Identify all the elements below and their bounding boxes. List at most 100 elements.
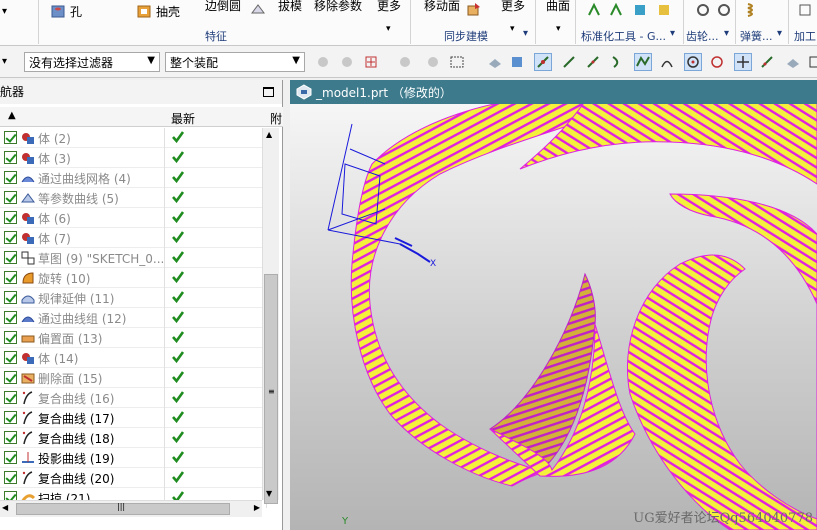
- snap-curve-icon[interactable]: [608, 53, 626, 71]
- snap-quadrant-icon[interactable]: [708, 53, 726, 71]
- navigator-row[interactable]: 体 (3): [0, 148, 267, 168]
- scroll-left-arrow[interactable]: ◀: [2, 503, 8, 512]
- selection-filter-select[interactable]: 没有选择过滤器 ▼: [24, 52, 160, 72]
- gear-tool-icon-1[interactable]: [695, 2, 711, 18]
- hscrollbar-thumb[interactable]: |||: [16, 502, 230, 515]
- hole-button[interactable]: 孔: [50, 0, 82, 22]
- standard-tool-icon-4[interactable]: [656, 2, 672, 18]
- navigator-row[interactable]: 体 (2): [0, 128, 267, 148]
- group-dropdown-spring[interactable]: ▾: [777, 28, 782, 39]
- graphics-window[interactable]: _model1.prt （修改的） X Y UG爱好者论坛Qq564040778: [290, 80, 817, 530]
- filter-tool-icon-3[interactable]: [396, 53, 414, 71]
- snap-on-curve-icon[interactable]: [758, 53, 776, 71]
- group-dropdown-sync[interactable]: ▾: [523, 28, 528, 39]
- draft-button[interactable]: 拔模: [278, 0, 302, 16]
- snap-on-surface-icon[interactable]: [784, 53, 802, 71]
- visibility-checkbox[interactable]: [4, 471, 17, 484]
- navigator-row[interactable]: 通过曲线组 (12): [0, 308, 267, 328]
- selection-scope-select[interactable]: 整个装配 ▼: [165, 52, 305, 72]
- snap-intersection-icon[interactable]: [658, 53, 676, 71]
- more-arrow-1[interactable]: ▾: [386, 18, 391, 40]
- snap-center-icon[interactable]: [684, 53, 702, 71]
- visibility-checkbox[interactable]: [4, 191, 17, 204]
- sort-up-icon[interactable]: ▲: [8, 110, 16, 121]
- navigator-row[interactable]: 体 (6): [0, 208, 267, 228]
- filter-tool-icon-1[interactable]: [314, 53, 332, 71]
- navigator-row[interactable]: 体 (14): [0, 348, 267, 368]
- face-select-icon[interactable]: [486, 53, 504, 71]
- spring-tool-icon[interactable]: [744, 2, 760, 18]
- ribbon-dropdown-arrow[interactable]: ▾: [2, 0, 7, 22]
- remove-params-button[interactable]: 移除参数: [314, 0, 362, 16]
- navigator-row[interactable]: 通过曲线网格 (4): [0, 168, 267, 188]
- maximize-icon[interactable]: [263, 87, 274, 97]
- visibility-checkbox[interactable]: [4, 291, 17, 304]
- more-button-1[interactable]: 更多: [377, 0, 401, 16]
- visibility-checkbox[interactable]: [4, 371, 17, 384]
- rectangle-select-icon[interactable]: [448, 53, 466, 71]
- horizontal-scrollbar[interactable]: ◀ ||| ▶: [0, 500, 262, 517]
- navigator-row[interactable]: 等参数曲线 (5): [0, 188, 267, 208]
- visibility-checkbox[interactable]: [4, 271, 17, 284]
- group-dropdown-gear[interactable]: ▾: [724, 28, 729, 39]
- model-canvas[interactable]: X Y: [290, 104, 817, 530]
- snap-point-icon[interactable]: [362, 53, 380, 71]
- snap-control-point-icon[interactable]: [634, 53, 652, 71]
- more-arrow-2[interactable]: ▾: [510, 18, 515, 40]
- visibility-checkbox[interactable]: [4, 231, 17, 244]
- filter-tool-icon-2[interactable]: [338, 53, 356, 71]
- snap-bounded-icon[interactable]: [806, 53, 817, 71]
- toolbar-menu-arrow[interactable]: ▾: [2, 56, 7, 67]
- visibility-checkbox[interactable]: [4, 351, 17, 364]
- standard-tool-icon-2[interactable]: [608, 2, 624, 18]
- scroll-up-arrow[interactable]: ▲: [266, 130, 272, 139]
- visibility-checkbox[interactable]: [4, 151, 17, 164]
- visibility-checkbox[interactable]: [4, 211, 17, 224]
- snap-midpoint-icon[interactable]: [584, 53, 602, 71]
- navigator-row[interactable]: 投影曲线 (19): [0, 448, 267, 468]
- move-face-button[interactable]: 移动面: [424, 0, 460, 16]
- visibility-checkbox[interactable]: [4, 391, 17, 404]
- scrollbar-thumb[interactable]: ≡: [264, 274, 278, 504]
- navigator-row[interactable]: 规律延伸 (11): [0, 288, 267, 308]
- filter-tool-icon-4[interactable]: [424, 53, 442, 71]
- visibility-checkbox[interactable]: [4, 251, 17, 264]
- navigator-row[interactable]: 复合曲线 (18): [0, 428, 267, 448]
- column-header-latest[interactable]: 最新: [171, 110, 195, 127]
- navigator-row[interactable]: 删除面 (15): [0, 368, 267, 388]
- snap-existing-point-icon[interactable]: [734, 53, 752, 71]
- machining-tool-icon[interactable]: [797, 2, 813, 18]
- snap-line-icon[interactable]: [560, 53, 578, 71]
- visibility-checkbox[interactable]: [4, 311, 17, 324]
- standard-tool-icon-1[interactable]: [586, 2, 602, 18]
- group-dropdown-standard[interactable]: ▾: [670, 28, 675, 39]
- visibility-checkbox[interactable]: [4, 131, 17, 144]
- surface-button[interactable]: 曲面: [546, 0, 570, 16]
- scroll-down-arrow[interactable]: ▼: [266, 489, 272, 498]
- scroll-right-arrow[interactable]: ▶: [254, 503, 260, 512]
- navigator-row[interactable]: 偏置面 (13): [0, 328, 267, 348]
- document-tab[interactable]: _model1.prt （修改的）: [290, 80, 817, 104]
- visibility-checkbox[interactable]: [4, 451, 17, 464]
- standard-tool-icon-3[interactable]: [632, 2, 648, 18]
- navigator-row[interactable]: 复合曲线 (20): [0, 468, 267, 488]
- shell-button[interactable]: 抽壳: [136, 0, 180, 22]
- navigator-row[interactable]: 复合曲线 (16): [0, 388, 267, 408]
- navigator-row[interactable]: 复合曲线 (17): [0, 408, 267, 428]
- visibility-checkbox[interactable]: [4, 171, 17, 184]
- feature-label: 偏置面 (13): [38, 332, 103, 346]
- navigator-row[interactable]: 体 (7): [0, 228, 267, 248]
- navigator-row[interactable]: 旋转 (10): [0, 268, 267, 288]
- visibility-checkbox[interactable]: [4, 431, 17, 444]
- visibility-checkbox[interactable]: [4, 411, 17, 424]
- more-button-2[interactable]: 更多: [501, 0, 525, 16]
- vertical-scrollbar[interactable]: ▲ ≡ ▼: [262, 128, 279, 504]
- edge-blend-button[interactable]: 边倒圆: [205, 0, 241, 16]
- surface-arrow[interactable]: ▾: [556, 18, 561, 40]
- body-select-icon[interactable]: [508, 53, 526, 71]
- navigator-row[interactable]: 草图 (9) "SKETCH_0...: [0, 248, 267, 268]
- visibility-checkbox[interactable]: [4, 331, 17, 344]
- snap-end-point-icon[interactable]: [534, 53, 552, 71]
- gear-tool-icon-2[interactable]: [716, 2, 732, 18]
- column-header-extra[interactable]: 附: [270, 110, 282, 127]
